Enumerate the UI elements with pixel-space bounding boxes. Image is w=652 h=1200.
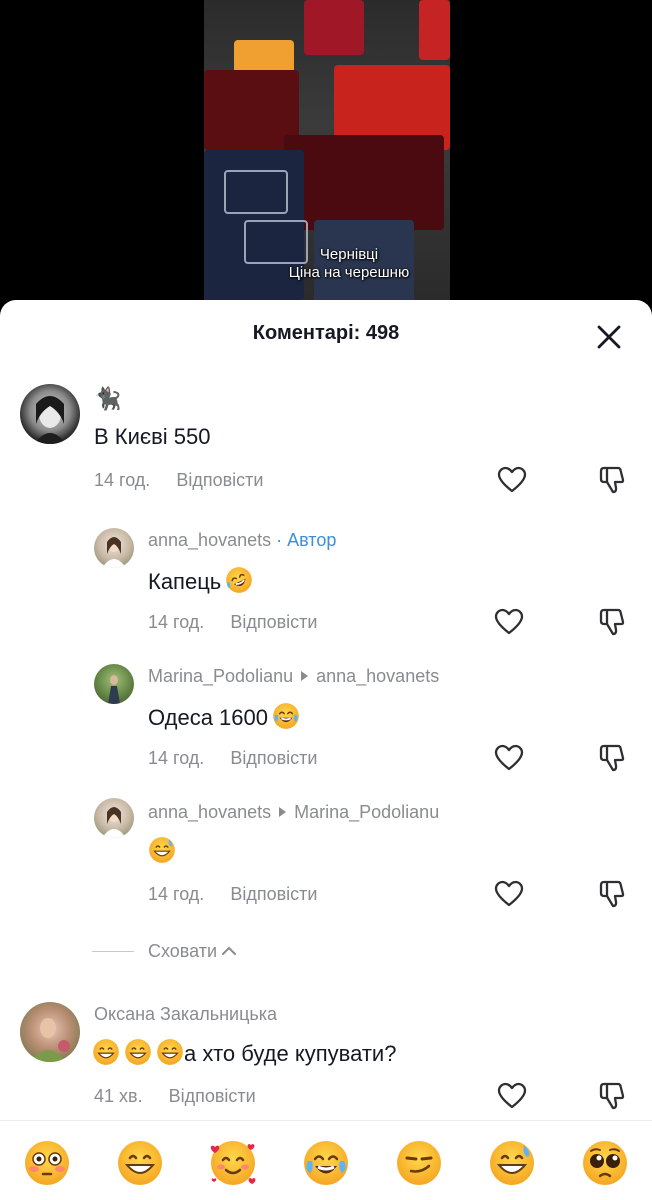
reply-button[interactable]: Відповісти [176,470,263,490]
grin-emoji [124,1038,152,1066]
divider-line [92,950,134,952]
reply-meta: 14 год. Відповісти [148,748,317,769]
caption-line-2: Ціна на черешню [288,264,410,281]
joy-emoji[interactable] [302,1139,350,1187]
comment-time: 41 хв. [94,1086,143,1106]
reply-time: 14 год. [148,748,205,768]
reply-meta: 14 год. Відповісти [148,884,317,905]
reply-username: Marina_Podolianu anna_hovanets [148,666,439,687]
video-background: Чернівці Ціна на черешню [0,0,652,310]
reply-to-username[interactable]: anna_hovanets [316,666,439,686]
comment-meta: 14 год. Відповісти [94,470,263,491]
reply-button[interactable]: Відповісти [230,612,317,632]
reply-username-link[interactable]: Marina_Podolianu [148,666,293,686]
comment-username[interactable]: Оксана Закальницька [94,1004,277,1025]
comments-sheet: Коментарі: 498 🐈‍⬛ В Києві 550 14 год. Ві… [0,300,652,1200]
hide-replies-label[interactable]: Сховати [148,941,217,962]
reply-text: Одеса 1600 [148,702,300,731]
reply-button[interactable]: Відповісти [169,1086,256,1106]
smirk-emoji[interactable] [395,1139,443,1187]
avatar[interactable] [20,1002,80,1062]
reply-meta: 14 год. Відповісти [148,612,317,633]
reply-arrow-icon [279,807,287,817]
avatar[interactable] [94,528,134,568]
like-heart-icon[interactable] [497,1081,527,1111]
chevron-up-icon[interactable] [221,945,237,957]
flushed-emoji[interactable] [23,1139,71,1187]
smiling-hearts-emoji[interactable] [209,1139,257,1187]
comment-username[interactable]: 🐈‍⬛ [94,386,121,412]
reply-username: anna_hovanets · Автор [148,530,336,551]
grin-emoji[interactable] [116,1139,164,1187]
dislike-icon[interactable] [597,465,627,495]
dislike-icon[interactable] [597,1081,627,1111]
pleading-emoji[interactable] [581,1139,629,1187]
comment-text-content: а хто буде купувати? [184,1041,397,1066]
video-preview[interactable]: Чернівці Ціна на черешню [204,0,450,310]
reply-text: Капець [148,566,253,595]
dislike-icon[interactable] [597,607,627,637]
avatar[interactable] [94,664,134,704]
raspberry-crate [304,0,364,55]
reply-button[interactable]: Відповісти [230,748,317,768]
reply-username-link[interactable]: anna_hovanets [148,802,271,822]
comment-meta: 41 хв. Відповісти [94,1086,256,1107]
sweat-smile-emoji[interactable] [488,1139,536,1187]
emoji-bar-divider [0,1120,652,1121]
dislike-icon[interactable] [597,743,627,773]
blueberry-box [224,170,288,214]
reply-time: 14 год. [148,612,205,632]
author-badge: · Автор [276,530,337,550]
quick-emoji-bar [0,1126,652,1200]
comments-count-title: Коментарі: 498 [252,322,400,344]
like-heart-icon[interactable] [494,743,524,773]
reply-text-content: Капець [148,569,222,594]
reply-username: anna_hovanets Marina_Podolianu [148,802,439,823]
comment-text: В Києві 550 [94,424,211,449]
joy-emoji [272,702,300,730]
reply-text [144,836,176,865]
grin-emoji [92,1038,120,1066]
reply-time: 14 год. [148,884,205,904]
sweat-smile-emoji [148,836,176,864]
reply-text-content: Одеса 1600 [148,705,268,730]
like-heart-icon[interactable] [494,879,524,909]
reply-username-link[interactable]: anna_hovanets [148,530,271,550]
reply-to-username[interactable]: Marina_Podolianu [294,802,439,822]
cherry-crate-large [284,135,444,230]
comment-time: 14 год. [94,470,151,490]
dislike-icon[interactable] [597,879,627,909]
reply-button[interactable]: Відповісти [230,884,317,904]
avatar[interactable] [20,384,80,444]
hide-replies[interactable]: Сховати [92,940,237,962]
like-heart-icon[interactable] [497,465,527,495]
rofl-emoji [225,566,253,594]
reply-arrow-icon [301,671,309,681]
grin-emoji [156,1038,184,1066]
strawberry-crate-top [419,0,450,60]
caption-line-1: Чернівці [319,246,379,263]
close-icon[interactable] [594,322,624,352]
avatar[interactable] [94,798,134,838]
like-heart-icon[interactable] [494,607,524,637]
video-caption: Чернівці Ціна на черешню [274,246,424,282]
comment-text: а хто буде купувати? [92,1038,396,1067]
